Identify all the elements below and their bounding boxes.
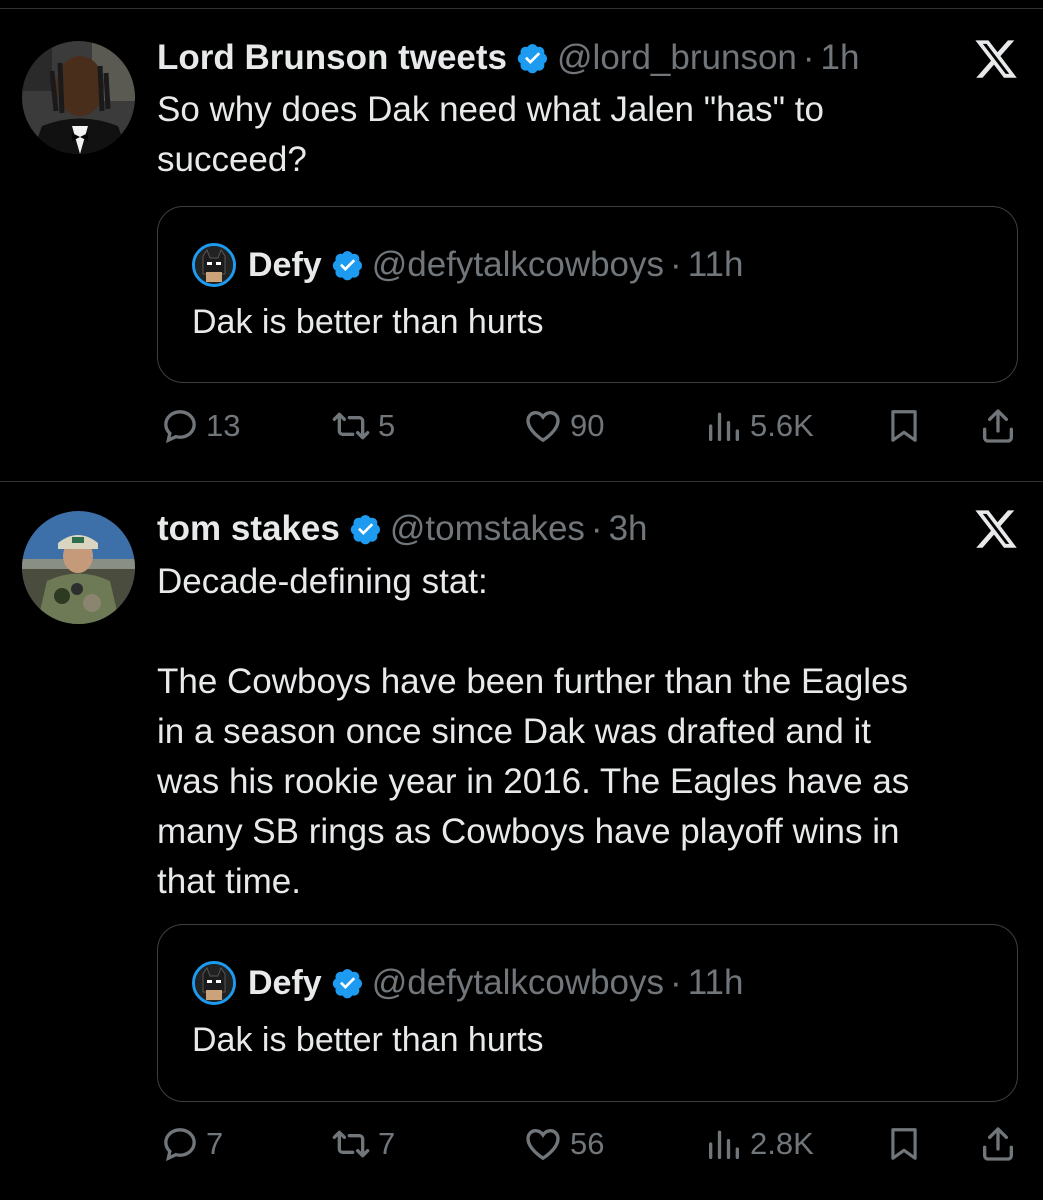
separator-dot: · bbox=[802, 38, 815, 77]
avatar[interactable] bbox=[22, 511, 135, 624]
x-logo-icon[interactable] bbox=[973, 506, 1019, 552]
reply-button[interactable]: 13 bbox=[160, 401, 240, 451]
separator-dot: · bbox=[670, 245, 682, 284]
like-count: 56 bbox=[570, 1126, 605, 1161]
like-button[interactable]: 90 bbox=[522, 401, 604, 451]
share-icon bbox=[983, 1127, 1013, 1161]
share-icon bbox=[983, 409, 1013, 443]
view-count: 2.8K bbox=[750, 1126, 814, 1161]
handle[interactable]: @lord_brunson bbox=[557, 38, 797, 78]
reply-icon bbox=[164, 1128, 196, 1162]
quote-text: Dak is better than hurts bbox=[192, 303, 544, 341]
share-button[interactable] bbox=[978, 401, 1018, 451]
share-button[interactable] bbox=[978, 1119, 1018, 1169]
quote-handle[interactable]: @defytalkcowboys bbox=[372, 245, 664, 285]
tweet-header: Lord Brunson tweets @lord_brunson · 1h bbox=[157, 36, 859, 80]
timestamp[interactable]: 3h bbox=[609, 509, 648, 549]
bookmark-icon bbox=[891, 410, 917, 442]
tweet-1[interactable]: Lord Brunson tweets @lord_brunson · 1h S… bbox=[0, 0, 1043, 481]
retweet-count: 5 bbox=[378, 408, 396, 443]
like-button[interactable]: 56 bbox=[522, 1119, 604, 1169]
retweet-count: 7 bbox=[378, 1126, 396, 1161]
quote-display-name[interactable]: Defy bbox=[248, 246, 322, 285]
reply-count: 13 bbox=[206, 408, 241, 443]
tweet-header: tom stakes @tomstakes · 3h bbox=[157, 507, 648, 551]
views-icon bbox=[709, 412, 739, 441]
retweet-icon bbox=[332, 412, 370, 440]
handle[interactable]: @tomstakes bbox=[390, 509, 585, 549]
quote-avatar[interactable] bbox=[192, 961, 236, 1005]
quote-avatar[interactable] bbox=[192, 243, 236, 287]
retweet-icon bbox=[332, 1130, 370, 1158]
quoted-tweet[interactable]: Defy @defytalkcowboys · 11h Dak is bette… bbox=[157, 206, 1018, 383]
views-icon bbox=[709, 1130, 739, 1159]
like-count: 90 bbox=[570, 408, 605, 443]
tweet-text: So why does Dak need what Jalen "has" to… bbox=[157, 90, 824, 179]
quote-text: Dak is better than hurts bbox=[192, 1021, 544, 1059]
reply-icon bbox=[164, 410, 196, 444]
reply-count: 7 bbox=[206, 1126, 224, 1161]
separator-dot: · bbox=[670, 963, 682, 1002]
avatar[interactable] bbox=[22, 41, 135, 154]
separator-dot: · bbox=[590, 509, 603, 548]
tweet-text: Decade-defining stat: The Cowboys have b… bbox=[157, 562, 910, 901]
reply-button[interactable]: 7 bbox=[160, 1119, 223, 1169]
bookmark-button[interactable] bbox=[885, 401, 923, 451]
bookmark-button[interactable] bbox=[885, 1119, 923, 1169]
quote-timestamp[interactable]: 11h bbox=[688, 245, 744, 285]
views-button[interactable]: 2.8K bbox=[704, 1119, 814, 1169]
view-count: 5.6K bbox=[750, 408, 814, 443]
views-button[interactable]: 5.6K bbox=[704, 401, 814, 451]
bookmark-icon bbox=[891, 1128, 917, 1160]
quote-handle[interactable]: @defytalkcowboys bbox=[372, 963, 664, 1003]
action-bar: 13 5 90 5.6K bbox=[0, 401, 1043, 451]
display-name[interactable]: tom stakes bbox=[157, 509, 340, 549]
retweet-button[interactable]: 7 bbox=[330, 1119, 395, 1169]
display-name[interactable]: Lord Brunson tweets bbox=[157, 38, 507, 78]
quoted-tweet[interactable]: Defy @defytalkcowboys · 11h Dak is bette… bbox=[157, 924, 1018, 1102]
timestamp[interactable]: 1h bbox=[821, 38, 860, 78]
action-bar: 7 7 56 2.8K bbox=[0, 1119, 1043, 1169]
verified-badge-icon bbox=[332, 967, 364, 999]
like-icon bbox=[526, 1128, 560, 1161]
tweet-2[interactable]: tom stakes @tomstakes · 3h Decade-defini… bbox=[0, 482, 1043, 1200]
verified-badge-icon bbox=[332, 249, 364, 281]
quote-timestamp[interactable]: 11h bbox=[688, 963, 744, 1003]
quote-header: Defy @defytalkcowboys · 11h bbox=[192, 961, 744, 1005]
x-logo-icon[interactable] bbox=[973, 36, 1019, 82]
retweet-button[interactable]: 5 bbox=[330, 401, 395, 451]
quote-header: Defy @defytalkcowboys · 11h bbox=[192, 243, 744, 287]
like-icon bbox=[526, 410, 560, 443]
quote-display-name[interactable]: Defy bbox=[248, 964, 322, 1003]
verified-badge-icon bbox=[350, 513, 382, 545]
verified-badge-icon bbox=[517, 42, 549, 74]
